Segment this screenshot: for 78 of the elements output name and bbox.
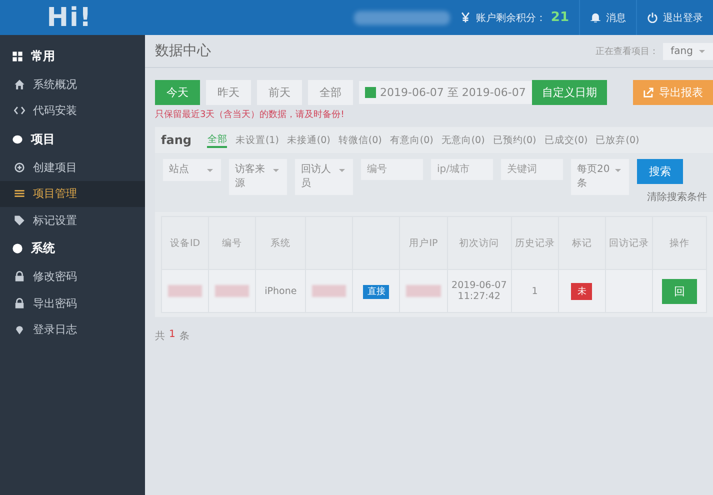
caret-icon [339,169,345,172]
location-pin-icon [14,324,25,336]
page-title: 数据中心 [155,42,211,60]
redacted-block [312,285,346,297]
sidebar-item[interactable]: 导出密码 [0,290,145,316]
points-value: 21 [550,10,569,25]
sidebar-section-title: 项目 [31,130,55,148]
sidebar-item[interactable]: 修改密码 [0,264,145,290]
export-icon [643,87,654,98]
date-filter-button[interactable]: 今天 [155,80,200,105]
status-tab[interactable]: 有意向(0) [390,134,434,146]
redacted-block [406,285,441,297]
lock-icon [14,271,25,282]
logout-link[interactable]: 退出登录 [663,10,703,24]
status-tab[interactable]: 已成交(0) [544,134,588,146]
export-report-button[interactable]: 导出报表 [633,80,713,105]
filter-select[interactable]: 访客来源 [229,159,287,195]
code-icon [14,105,25,116]
status-tab[interactable]: 已放弃(0) [596,134,640,146]
filter-select[interactable]: 每页20条 [571,159,629,195]
table-cell: 1 [511,270,558,312]
column-header: 设备ID [162,216,209,270]
clear-search-button[interactable]: 清除搜索条件 [637,188,709,206]
filter-input[interactable]: ip/城市 [431,159,493,180]
project-label: 正在查看项目： [596,46,659,58]
sidebar-section-title: 系统 [31,240,55,257]
caret-icon [699,50,705,52]
filter-select[interactable]: 回访人员 [295,159,353,195]
sidebar-section-title: 常用 [31,48,55,64]
date-range-field[interactable]: 2019-06-07 至 2019-06-07 [359,81,532,104]
plus-circle-icon [14,162,25,173]
power-icon [647,12,658,23]
status-tab[interactable]: 转微信(0) [338,134,382,146]
bell-icon [590,12,601,23]
total-count: 1 [169,329,176,342]
sidebar-item[interactable]: 标记设置 [0,207,145,234]
caret-icon [207,169,213,172]
messages-link[interactable]: 消息 [606,10,626,24]
status-tab[interactable]: 无意向(0) [441,134,485,146]
caret-icon [273,169,279,172]
date-filter-button[interactable]: 昨天 [206,80,251,105]
list-icon [14,188,25,200]
filter-input[interactable]: 编号 [361,159,423,180]
logo: Hi! [46,2,94,32]
table-cell: 2019-06-07 11:27:42 [447,270,512,312]
custom-date-button[interactable]: 自定义日期 [532,80,607,105]
status-tab[interactable]: 全部 [207,132,228,148]
lock-icon [14,298,25,309]
date-filter-button[interactable]: 前天 [257,80,302,105]
sidebar-item[interactable]: 系统概况 [0,71,145,98]
redacted-block [168,285,202,297]
status-tab[interactable]: 已预约(0) [492,134,536,146]
points-label: 账户剩余积分： [476,12,546,24]
tag-icon [14,214,25,226]
total-label: 共 [155,330,165,343]
notice-text: 只保留最近3天（含当天）的数据，请及时备份! [155,108,346,121]
status-tab[interactable]: 未接通(0) [286,134,330,146]
filter-input[interactable]: 关键词 [501,159,563,180]
grid-icon [12,50,23,62]
table-cell: iPhone [256,270,306,312]
sidebar-item[interactable]: 项目管理 [0,180,145,207]
search-button[interactable]: 搜索 [637,159,683,184]
filter-select[interactable]: 站点 [163,159,221,181]
total-unit: 条 [179,330,190,343]
sidebar-item[interactable]: 登录日志 [0,316,145,343]
date-filter-button[interactable]: 全部 [308,80,353,105]
source-tag: 直接 [363,284,390,298]
caret-icon [615,169,621,172]
sidebar-item[interactable]: 创建项目 [0,154,145,180]
redacted-block [215,285,250,297]
sidebar-item[interactable]: 代码安装 [0,98,145,124]
panel-title: fang [161,133,192,147]
yen-icon [460,12,471,23]
revisit-button[interactable]: 回 [662,278,698,304]
mark-tag[interactable]: 未 [571,282,592,300]
home-icon [14,78,25,90]
status-tab[interactable]: 未设置(1) [235,134,279,146]
project-select[interactable]: fang [662,42,713,60]
